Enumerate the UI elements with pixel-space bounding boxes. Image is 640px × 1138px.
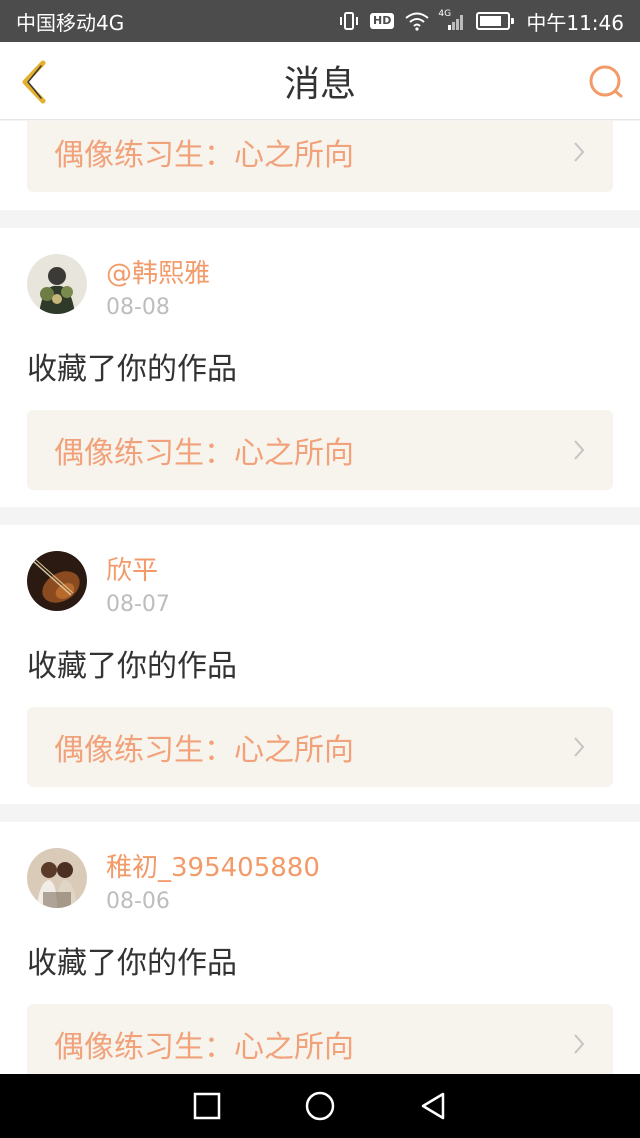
user-row: 稚初_395405880 08-06 — [27, 848, 613, 916]
timestamp: 08-08 — [106, 295, 170, 320]
square-icon — [193, 1092, 220, 1120]
hd-icon: HD — [370, 9, 395, 33]
list-item: @韩熙雅 08-08 收藏了你的作品 偶像练习生：心之所向 — [0, 228, 640, 507]
network-type: 4G — [438, 9, 452, 19]
user-row: 欣平 08-07 — [27, 551, 613, 619]
work-link[interactable]: 偶像练习生：心之所向 — [27, 707, 613, 787]
back-button[interactable] — [14, 60, 54, 104]
chevron-left-icon — [22, 60, 46, 104]
divider — [0, 210, 640, 228]
user-meta: @韩熙雅 08-08 — [106, 258, 210, 322]
chevron-right-icon — [574, 737, 585, 757]
signal-icon: 4G — [438, 9, 466, 33]
status-left: 中国移动4G — [16, 7, 124, 36]
work-link[interactable]: 偶像练习生：心之所向 — [27, 121, 613, 192]
chevron-right-icon — [574, 440, 585, 460]
user-row: @韩熙雅 08-08 — [27, 254, 613, 322]
circle-icon — [305, 1091, 335, 1121]
list-item: 偶像练习生：心之所向 — [0, 121, 640, 210]
avatar[interactable] — [27, 551, 87, 611]
divider — [0, 804, 640, 822]
timestamp: 08-07 — [106, 592, 170, 617]
status-right: HD 4G 中午11:46 — [338, 7, 624, 36]
battery-icon — [476, 9, 515, 33]
user-name[interactable]: 欣平 — [106, 555, 170, 587]
message-list[interactable]: 偶像练习生：心之所向 @韩熙雅 08-08 收藏了你的作品 偶像练习生：心之所向… — [0, 121, 640, 1074]
work-title: 偶像练习生：心之所向 — [54, 138, 354, 173]
status-bar: 中国移动4G HD 4G 中午11:46 — [0, 0, 640, 42]
system-back-button[interactable] — [413, 1086, 453, 1126]
avatar[interactable] — [27, 848, 87, 908]
user-meta: 欣平 08-07 — [106, 555, 170, 619]
user-name[interactable]: 稚初_395405880 — [106, 852, 320, 884]
action-text: 收藏了你的作品 — [27, 352, 237, 387]
carrier-label: 中国移动4G — [16, 10, 125, 35]
list-item: 欣平 08-07 收藏了你的作品 偶像练习生：心之所向 — [0, 525, 640, 804]
chevron-right-icon — [574, 142, 585, 162]
work-link[interactable]: 偶像练习生：心之所向 — [27, 1004, 613, 1074]
action-text: 收藏了你的作品 — [27, 649, 237, 684]
divider — [0, 507, 640, 525]
timestamp: 08-06 — [106, 889, 170, 914]
vibrate-icon — [338, 9, 360, 33]
work-title: 偶像练习生：心之所向 — [54, 436, 354, 471]
search-icon — [589, 65, 623, 98]
triangle-back-icon — [422, 1092, 445, 1120]
avatar[interactable] — [27, 254, 87, 314]
home-button[interactable] — [300, 1086, 340, 1126]
user-name[interactable]: @韩熙雅 — [106, 258, 210, 290]
search-button[interactable] — [586, 62, 626, 102]
nav-bar: 消息 — [0, 42, 640, 120]
hd-badge: HD — [370, 13, 395, 29]
clock: 中午11:46 — [526, 10, 624, 35]
chevron-right-icon — [574, 1034, 585, 1054]
wifi-icon — [404, 9, 430, 33]
work-title: 偶像练习生：心之所向 — [54, 733, 354, 768]
user-meta: 稚初_395405880 08-06 — [106, 852, 320, 916]
recents-button[interactable] — [187, 1086, 227, 1126]
action-text: 收藏了你的作品 — [27, 946, 237, 981]
page-title: 消息 — [283, 63, 356, 105]
system-nav-bar — [0, 1074, 640, 1138]
work-link[interactable]: 偶像练习生：心之所向 — [27, 410, 613, 490]
work-title: 偶像练习生：心之所向 — [54, 1030, 354, 1065]
list-item: 稚初_395405880 08-06 收藏了你的作品 偶像练习生：心之所向 — [0, 822, 640, 1074]
